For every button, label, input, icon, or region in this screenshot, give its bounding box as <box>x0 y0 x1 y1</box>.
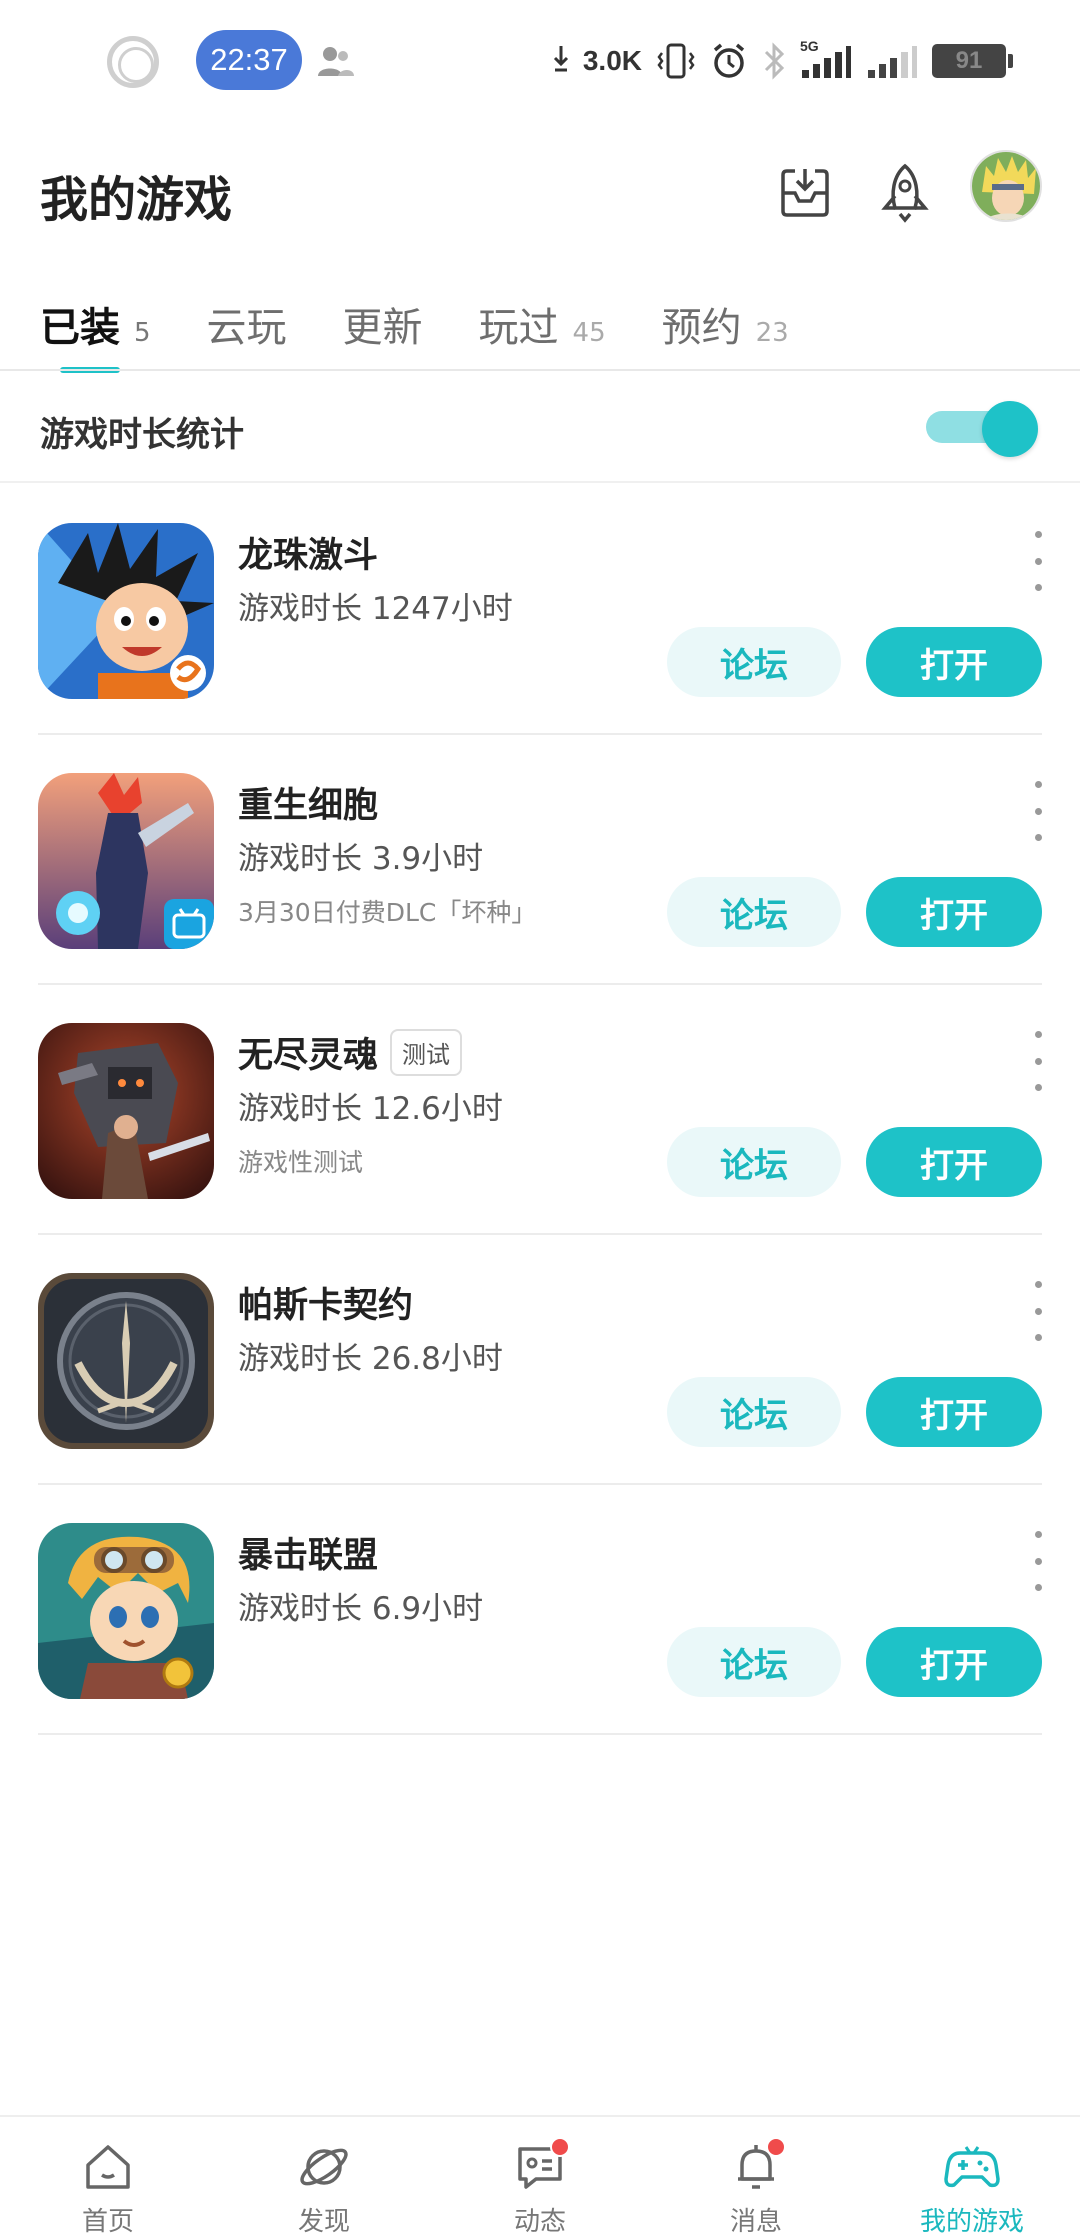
game-icon-crit-alliance[interactable] <box>38 1523 214 1699</box>
more-options-button[interactable] <box>1028 781 1048 841</box>
unread-badge <box>766 2137 786 2157</box>
game-news: 3月30日付费DLC「坏种」 <box>238 898 537 927</box>
game-playtime: 游戏时长 1247小时 <box>238 591 513 627</box>
more-options-button[interactable] <box>1028 1281 1048 1341</box>
forum-button[interactable]: 论坛 <box>667 627 841 697</box>
game-playtime: 游戏时长 6.9小时 <box>238 1591 484 1627</box>
nav-feed[interactable]: 动态 <box>432 2117 648 2240</box>
installed-games-list: 龙珠激斗 游戏时长 1247小时 论坛 打开 重生细胞 游戏时长 3.9小时 3… <box>0 485 1080 1735</box>
gamepad-icon <box>944 2146 1000 2188</box>
game-icon-pascals-wager[interactable] <box>38 1273 214 1449</box>
playtime-stats-row: 游戏时长统计 <box>0 371 1080 483</box>
nav-discover[interactable]: 发现 <box>216 2117 432 2240</box>
open-game-button[interactable]: 打开 <box>866 877 1042 947</box>
tab-reserved[interactable]: 预约 23 <box>662 295 789 365</box>
download-speed-icon <box>553 44 569 79</box>
game-item[interactable]: 重生细胞 游戏时长 3.9小时 3月30日付费DLC「坏种」 论坛 打开 <box>0 735 1080 985</box>
forum-button[interactable]: 论坛 <box>667 1377 841 1447</box>
game-news: 游戏性测试 <box>238 1148 364 1177</box>
contacts-icon <box>318 47 354 76</box>
more-options-button[interactable] <box>1028 1531 1048 1591</box>
planet-icon <box>300 2148 348 2186</box>
forum-button[interactable]: 论坛 <box>667 877 841 947</box>
game-accelerator-button[interactable] <box>870 158 940 228</box>
open-game-button[interactable]: 打开 <box>866 1627 1042 1697</box>
tab-played[interactable]: 玩过 45 <box>479 295 606 365</box>
download-manager-button[interactable] <box>770 158 840 228</box>
status-icons: 3.0K 5G 91 <box>553 36 1013 86</box>
page-title: 我的游戏 <box>40 172 233 228</box>
playtime-stats-label: 游戏时长统计 <box>40 415 244 455</box>
tab-installed[interactable]: 已装 5 <box>40 295 151 373</box>
game-playtime: 游戏时长 26.8小时 <box>238 1341 503 1377</box>
user-avatar[interactable] <box>970 150 1042 222</box>
forum-button[interactable]: 论坛 <box>667 1627 841 1697</box>
playtime-stats-toggle[interactable] <box>926 401 1040 457</box>
game-name: 无尽灵魂 <box>238 1036 379 1076</box>
status-time: 22:37 <box>196 30 302 90</box>
vibrate-icon <box>657 43 695 79</box>
download-tray-icon <box>781 169 829 217</box>
category-tabs: 已装 5 云玩 更新 玩过 45 预约 23 <box>40 285 845 373</box>
game-item[interactable]: 无尽灵魂 测试 游戏时长 12.6小时 游戏性测试 论坛 打开 <box>0 985 1080 1235</box>
test-tag: 测试 <box>390 1029 463 1076</box>
bottom-navigation: 首页 发现 动态 消息 我的游戏 <box>0 2115 1080 2240</box>
game-playtime: 游戏时长 12.6小时 <box>238 1091 503 1127</box>
status-bar: 22:37 3.0K 5G 91 <box>0 0 1080 120</box>
more-options-button[interactable] <box>1028 1031 1048 1091</box>
tab-cloud-play[interactable]: 云玩 <box>207 295 287 365</box>
forum-button[interactable]: 论坛 <box>667 1127 841 1197</box>
game-name: 龙珠激斗 <box>238 536 379 576</box>
game-icon-dragon-ball[interactable] <box>38 523 214 699</box>
net-speed: 3.0K <box>582 45 642 76</box>
alarm-icon <box>713 43 745 78</box>
game-item[interactable]: 暴击联盟 游戏时长 6.9小时 论坛 打开 <box>0 1485 1080 1735</box>
nav-home[interactable]: 首页 <box>0 2117 216 2240</box>
game-icon-soul-knight-endless[interactable] <box>38 1023 214 1199</box>
game-playtime: 游戏时长 3.9小时 <box>238 841 484 877</box>
bluetooth-icon <box>764 42 785 80</box>
game-item[interactable]: 龙珠激斗 游戏时长 1247小时 论坛 打开 <box>0 485 1080 735</box>
game-icon-dead-cells[interactable] <box>38 773 214 949</box>
header: 我的游戏 <box>0 150 1080 260</box>
more-options-button[interactable] <box>1028 531 1048 591</box>
game-name: 暴击联盟 <box>238 1536 379 1576</box>
open-game-button[interactable]: 打开 <box>866 627 1042 697</box>
signal-icon <box>868 46 917 78</box>
home-icon <box>86 2145 130 2189</box>
game-name: 重生细胞 <box>238 786 379 826</box>
game-item[interactable]: 帕斯卡契约 游戏时长 26.8小时 论坛 打开 <box>0 1235 1080 1485</box>
open-game-button[interactable]: 打开 <box>866 1377 1042 1447</box>
screen-record-icon <box>107 36 159 88</box>
rocket-icon <box>881 163 929 223</box>
nav-my-games[interactable]: 我的游戏 <box>864 2117 1080 2240</box>
tab-updates[interactable]: 更新 <box>343 295 423 365</box>
game-name: 帕斯卡契约 <box>238 1286 414 1326</box>
open-game-button[interactable]: 打开 <box>866 1127 1042 1197</box>
battery-icon: 91 <box>932 44 1013 78</box>
nav-messages[interactable]: 消息 <box>648 2117 864 2240</box>
signal-5g-icon: 5G <box>800 38 852 80</box>
unread-badge <box>550 2137 570 2157</box>
